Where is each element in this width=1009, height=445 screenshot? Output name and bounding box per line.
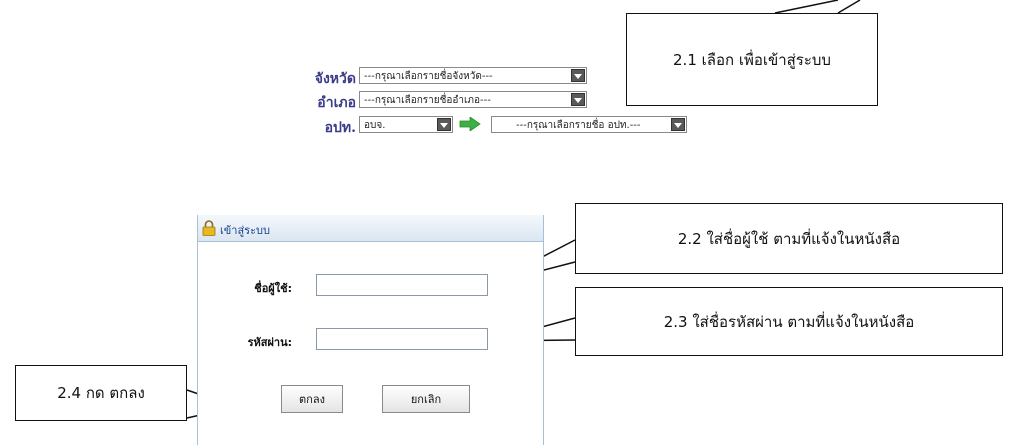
- green-arrow-icon[interactable]: [459, 117, 481, 131]
- login-panel-header: เข้าสู่ระบบ: [198, 215, 543, 242]
- province-dropdown[interactable]: ---กรุณาเลือกรายชื่อจังหวัด---: [359, 67, 587, 84]
- province-label: จังหวัด: [314, 71, 356, 87]
- district-dropdown[interactable]: ---กรุณาเลือกรายชื่ออำเภอ---: [359, 91, 587, 108]
- province-dropdown-value: ---กรุณาเลือกรายชื่อจังหวัด---: [364, 71, 493, 82]
- callout-step-2-2-text: 2.2 ใส่ชื่อผู้ใช้ ตามที่แจ้งในหนังสือ: [677, 229, 901, 248]
- login-panel-title: เข้าสู่ระบบ: [220, 224, 270, 237]
- org-dropdown-value: ---กรุณาเลือกรายชื่อ อปท.---: [516, 120, 641, 131]
- district-dropdown-value: ---กรุณาเลือกรายชื่ออำเภอ---: [364, 95, 491, 106]
- callout-step-2-4: 2.4 กด ตกลง: [15, 365, 187, 421]
- lock-icon: [202, 220, 216, 236]
- username-field[interactable]: [316, 274, 488, 296]
- ok-button[interactable]: ตกลง: [281, 385, 343, 413]
- callout-step-2-3: 2.3 ใส่ชื่อรหัสผ่าน ตามที่แจ้งในหนังสือ: [575, 287, 1003, 356]
- chevron-down-icon[interactable]: [671, 118, 685, 131]
- login-panel: เข้าสู่ระบบ ชื่อผู้ใช้: รหัสผ่าน: ตกลง ย…: [197, 215, 544, 445]
- district-label: อำเภอ: [317, 95, 356, 111]
- callout-step-2-1: 2.1 เลือก เพื่อเข้าสู่ระบบ: [626, 13, 878, 106]
- org-type-dropdown[interactable]: อบจ.: [359, 116, 453, 133]
- org-type-dropdown-value: อบจ.: [364, 120, 386, 131]
- username-label: ชื่อผู้ใช้:: [254, 282, 292, 295]
- cancel-button[interactable]: ยกเลิก: [382, 385, 470, 413]
- callout-step-2-3-text: 2.3 ใส่ชื่อรหัสผ่าน ตามที่แจ้งในหนังสือ: [663, 312, 915, 331]
- org-label: อปท.: [324, 120, 356, 136]
- password-label: รหัสผ่าน:: [247, 336, 292, 349]
- callout-step-2-2: 2.2 ใส่ชื่อผู้ใช้ ตามที่แจ้งในหนังสือ: [575, 203, 1003, 274]
- callout-step-2-4-text: 2.4 กด ตกลง: [57, 384, 145, 402]
- callout-step-2-1-text: 2.1 เลือก เพื่อเข้าสู่ระบบ: [673, 50, 831, 69]
- chevron-down-icon[interactable]: [437, 118, 451, 131]
- chevron-down-icon[interactable]: [571, 93, 585, 106]
- chevron-down-icon[interactable]: [571, 69, 585, 82]
- cancel-button-label: ยกเลิก: [410, 393, 442, 406]
- ok-button-label: ตกลง: [299, 393, 325, 406]
- password-field[interactable]: [316, 328, 488, 350]
- org-dropdown[interactable]: ---กรุณาเลือกรายชื่อ อปท.---: [491, 116, 687, 133]
